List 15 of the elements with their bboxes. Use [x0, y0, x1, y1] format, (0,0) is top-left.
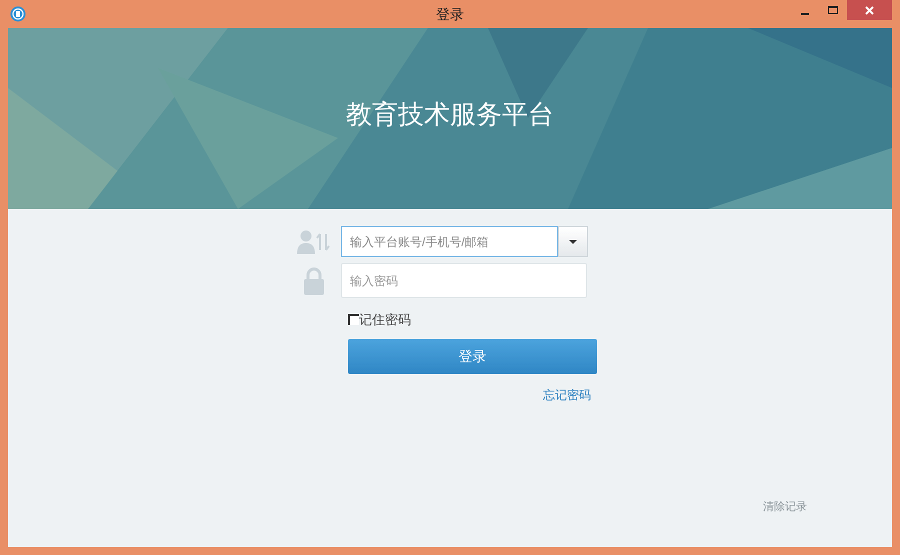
clear-history-link[interactable]: 清除记录 — [763, 499, 807, 516]
banner-title: 教育技术服务平台 — [346, 98, 554, 131]
account-field[interactable]: 输入平台账号/手机号/邮箱 — [341, 226, 558, 257]
user-switch-icon — [297, 230, 331, 254]
remember-label: 记住密码 — [359, 311, 411, 329]
forgot-password-link[interactable]: 忘记密码 — [543, 386, 591, 404]
caret-icon — [569, 240, 577, 244]
close-button[interactable] — [847, 0, 892, 20]
password-field[interactable]: 输入密码 — [341, 263, 587, 298]
app-icon — [10, 6, 26, 22]
close-icon — [865, 6, 874, 14]
login-button[interactable]: 登录 — [348, 338, 597, 374]
window-title: 登录 — [436, 4, 464, 24]
remember-checkbox[interactable] — [348, 314, 359, 326]
lock-icon — [303, 266, 325, 294]
